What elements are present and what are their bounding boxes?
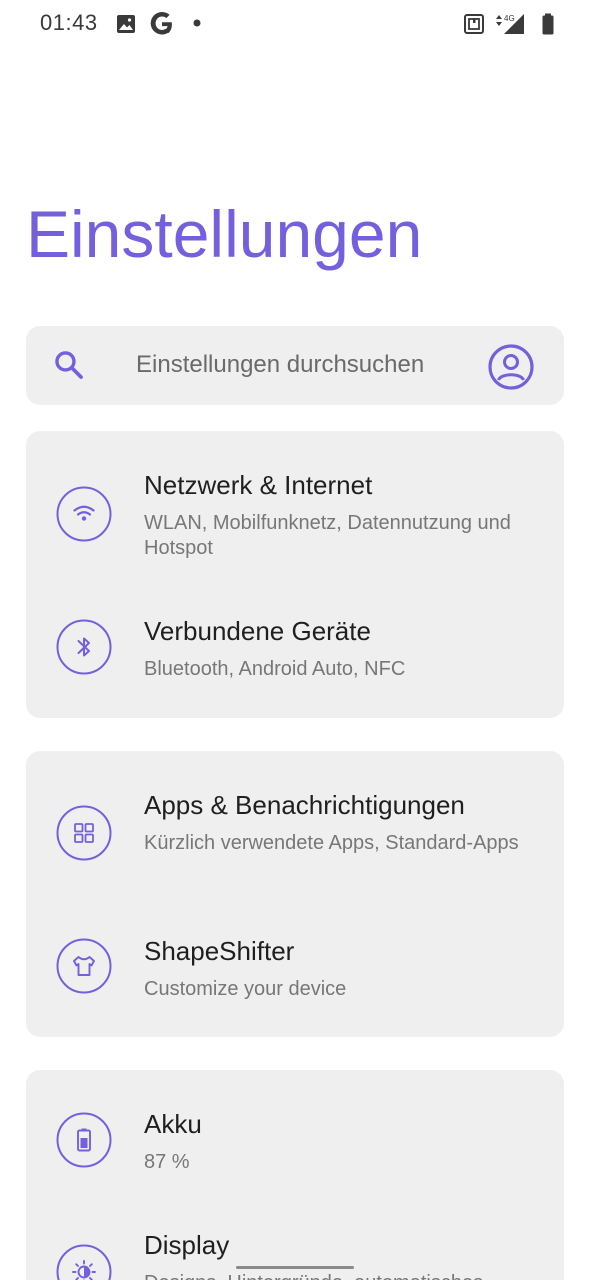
settings-item-shapeshifter[interactable]: ShapeShifter Customize your device: [26, 936, 564, 1016]
account-icon[interactable]: [487, 343, 535, 391]
battery-icon: [56, 1112, 112, 1168]
bluetooth-icon: [56, 619, 112, 675]
item-title: Akku: [144, 1109, 202, 1139]
item-subtitle: 87 %: [144, 1151, 190, 1173]
page-title: Einstellungen: [26, 197, 423, 271]
item-subtitle: Designs, Hintergründe, automatisches: [144, 1271, 554, 1280]
settings-item-display[interactable]: Display Designs, Hintergründe, automatis…: [26, 1230, 564, 1280]
settings-item-network[interactable]: Netzwerk & Internet WLAN, Mobilfunknetz,…: [26, 470, 564, 580]
status-time: 01:43: [40, 10, 98, 35]
settings-screen: 01:43 4G Einstellungen Einstellungen dur…: [0, 0, 590, 1280]
item-title: ShapeShifter: [144, 936, 295, 966]
settings-item-connected-devices[interactable]: Verbundene Geräte Bluetooth, Android Aut…: [26, 616, 564, 696]
search-icon[interactable]: [52, 348, 86, 382]
wifi-icon: [56, 486, 112, 542]
tshirt-icon: [56, 938, 112, 994]
nfc-icon: [464, 14, 484, 34]
search-placeholder[interactable]: Einstellungen durchsuchen: [136, 351, 424, 379]
image-icon: [117, 15, 135, 33]
settings-item-battery[interactable]: Akku 87 %: [26, 1109, 564, 1189]
item-subtitle: Customize your device: [144, 978, 347, 1000]
battery-icon: [542, 13, 554, 35]
network-type-label: 4G: [504, 14, 515, 23]
item-title: Netzwerk & Internet: [144, 470, 373, 500]
google-g-icon: [150, 11, 172, 35]
item-title: Apps & Benachrichtigungen: [144, 790, 465, 820]
status-bar: 01:43 4G: [0, 0, 590, 48]
gesture-nav-handle[interactable]: [236, 1266, 354, 1269]
item-subtitle: Kürzlich verwendete Apps, Standard-Apps: [144, 832, 519, 854]
apps-grid-icon: [56, 805, 112, 861]
item-title: Verbundene Geräte: [144, 616, 371, 646]
item-subtitle: Bluetooth, Android Auto, NFC: [144, 658, 406, 680]
item-title: Display: [144, 1230, 230, 1260]
settings-item-apps-notifications[interactable]: Apps & Benachrichtigungen Kürzlich verwe…: [26, 790, 564, 900]
signal-4g-icon: 4G: [496, 14, 524, 34]
brightness-icon: [56, 1244, 112, 1280]
notification-dot-icon: [193, 19, 201, 27]
item-subtitle: WLAN, Mobilfunknetz, Datennutzung und Ho…: [144, 512, 511, 559]
